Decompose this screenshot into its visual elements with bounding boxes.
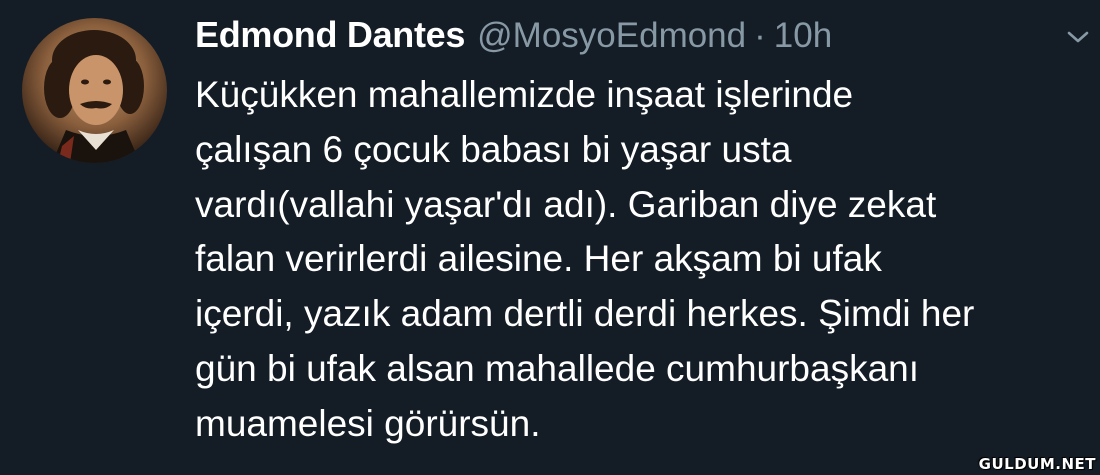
tweet-text-line: Küçükken mahallemizde inşaat işlerinde bbox=[195, 74, 854, 115]
tweet-text-line: vardı(vallahi yaşar'dı adı). Gariban diy… bbox=[195, 183, 937, 225]
tweet-header: Edmond Dantes @MosyoEdmond · 10h bbox=[195, 14, 832, 60]
watermark: GULDUM.NET bbox=[978, 455, 1096, 473]
tweet-text-line: falan verirlerdi ailesine. Her akşam bi … bbox=[195, 238, 882, 280]
tweet-text-line: muamelesi görürsün. bbox=[195, 402, 541, 444]
avatar[interactable] bbox=[22, 18, 167, 163]
avatar-portrait-image bbox=[44, 30, 144, 163]
tweet-text: Küçükken mahallemizde inşaat işlerinde ç… bbox=[195, 68, 1075, 452]
tweet-text-line: içerdi, yazık adam dertli derdi herkes. … bbox=[195, 293, 975, 335]
tweet-text-line: gün bi ufak alsan mahallede cumhurbaşkan… bbox=[195, 347, 920, 389]
tweet-timestamp[interactable]: 10h bbox=[774, 16, 832, 56]
chevron-down-icon[interactable] bbox=[1066, 28, 1090, 46]
user-handle[interactable]: @MosyoEdmond bbox=[477, 16, 746, 56]
display-name[interactable]: Edmond Dantes bbox=[195, 14, 465, 56]
tweet-text-line: çalışan 6 çocuk babası bi yaşar usta bbox=[195, 128, 792, 170]
header-separator: · bbox=[754, 16, 766, 55]
tweet-card: Edmond Dantes @MosyoEdmond · 10h Küçükke… bbox=[0, 0, 1100, 475]
